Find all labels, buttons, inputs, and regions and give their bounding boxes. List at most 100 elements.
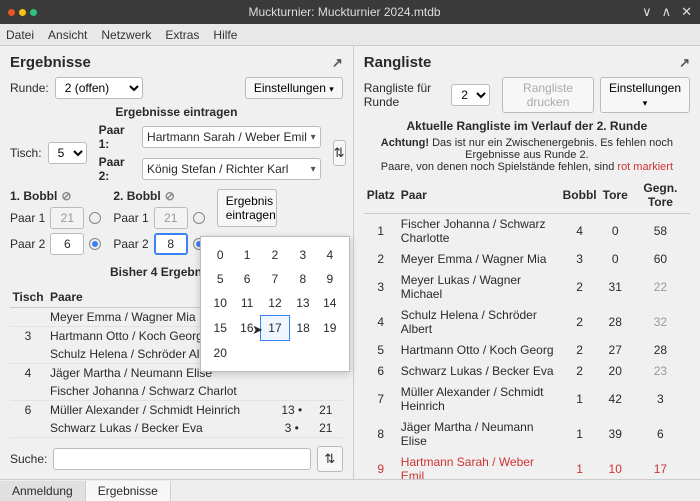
b1p1-radio[interactable] — [89, 212, 101, 224]
table-row[interactable]: 6Müller Alexander / Schmidt Heinrich13 •… — [10, 401, 343, 419]
menubar: Datei Ansicht Netzwerk Extras Hilfe — [0, 24, 700, 46]
block-icon[interactable]: ⊘ — [165, 189, 175, 203]
b1p1-spin[interactable]: 21 — [50, 207, 84, 229]
ergebnisse-title: Ergebnisse — [10, 54, 91, 71]
col-platz[interactable]: Platz — [364, 177, 398, 214]
menu-extras[interactable]: Extras — [165, 28, 199, 42]
rank-row[interactable]: 7Müller Alexander / Schmidt Heinrich1423 — [364, 382, 690, 417]
picker-cell[interactable] — [289, 341, 316, 365]
window-title: Muckturnier: Muckturnier 2024.mtdb — [47, 5, 642, 19]
picker-cell[interactable]: 5 — [207, 267, 233, 291]
picker-cell[interactable]: 1 — [233, 243, 260, 267]
b2p2-spin[interactable]: 8 — [154, 233, 188, 255]
picker-cell[interactable]: 16 — [233, 316, 260, 341]
paar1-label: Paar 1: — [99, 123, 136, 151]
rank-table: Platz Paar Bobbl Tore Gegn. Tore 1Fische… — [364, 177, 690, 479]
b1p2-spin[interactable]: 6 — [50, 233, 84, 255]
runde-label: Runde: — [10, 81, 49, 95]
picker-cell[interactable]: 8 — [289, 267, 316, 291]
paar1-combo[interactable]: Hartmann Sarah / Weber Emil▾ — [142, 126, 321, 148]
picker-cell[interactable]: 3 — [289, 243, 316, 267]
tisch-select[interactable]: 5 — [48, 142, 87, 164]
picker-cell[interactable]: 4 — [317, 243, 343, 267]
rank-row[interactable]: 4Schulz Helena / Schröder Albert22832 — [364, 305, 690, 340]
window-dot — [30, 9, 37, 16]
window-dot — [8, 9, 15, 16]
table-row[interactable]: Fischer Johanna / Schwarz Charlot — [10, 382, 343, 400]
tisch-label: Tisch: — [10, 146, 42, 160]
rank-row[interactable]: 2Meyer Emma / Wagner Mia3060 — [364, 249, 690, 270]
picker-cell[interactable] — [317, 341, 343, 365]
menu-netzwerk[interactable]: Netzwerk — [101, 28, 151, 42]
col-tore[interactable]: Tore — [600, 177, 631, 214]
rank-row[interactable]: 5Hartmann Otto / Koch Georg22728 — [364, 340, 690, 361]
block-icon[interactable]: ⊘ — [61, 189, 71, 203]
picker-cell[interactable]: 17 — [261, 316, 289, 341]
runde-select[interactable]: 2 (offen) — [55, 77, 143, 99]
picker-cell[interactable]: 14 — [317, 291, 343, 316]
menu-hilfe[interactable]: Hilfe — [213, 28, 237, 42]
picker-cell[interactable]: 19 — [317, 316, 343, 341]
table-row[interactable]: Schwarz Lukas / Becker Eva3 •21 — [10, 419, 343, 437]
tab-anmeldung[interactable]: Anmeldung — [0, 481, 86, 501]
picker-cell[interactable]: 6 — [233, 267, 260, 291]
picker-cell[interactable] — [233, 341, 260, 365]
warning-text: Achtung! Das ist nur ein Zwischenergebni… — [364, 137, 690, 173]
paar2-label: Paar 2: — [99, 155, 136, 183]
picker-cell[interactable]: 9 — [317, 267, 343, 291]
eintragen-header: Ergebnisse eintragen — [10, 105, 343, 119]
rank-row[interactable]: 8Jäger Martha / Neumann Elise1396 — [364, 417, 690, 452]
picker-cell[interactable]: 13 — [289, 291, 316, 316]
rank-row[interactable]: 6Schwarz Lukas / Becker Eva22023 — [364, 361, 690, 382]
b2p1-radio[interactable] — [193, 212, 205, 224]
picker-cell[interactable] — [261, 341, 289, 365]
search-options-icon[interactable]: ⇅ — [317, 446, 343, 472]
picker-cell[interactable]: 10 — [207, 291, 233, 316]
b2p1-spin[interactable]: 21 — [154, 207, 188, 229]
bobbl1-label: 1. Bobbl — [10, 189, 57, 203]
titlebar: Muckturnier: Muckturnier 2024.mtdb ∨ ∧ ✕ — [0, 0, 700, 24]
b2p1-label: Paar 1 — [113, 211, 148, 225]
menu-datei[interactable]: Datei — [6, 28, 34, 42]
picker-cell[interactable]: 7 — [261, 267, 289, 291]
swap-icon[interactable]: ⇅ — [333, 140, 346, 166]
rangliste-runde-label: Rangliste für Runde — [364, 81, 445, 109]
col-bobbl[interactable]: Bobbl — [560, 177, 600, 214]
rangliste-pane: Rangliste ↗ Rangliste für Runde 2 Rangli… — [354, 46, 700, 479]
picker-cell[interactable]: 20 — [207, 341, 233, 365]
picker-cell[interactable]: 2 — [261, 243, 289, 267]
picker-cell[interactable]: 0 — [207, 243, 233, 267]
undock-icon[interactable]: ↗ — [679, 55, 690, 71]
b1p2-radio[interactable] — [89, 238, 101, 250]
col-gegn[interactable]: Gegn. Tore — [631, 177, 690, 214]
rank-row[interactable]: 9Hartmann Sarah / Weber Emil11017 — [364, 452, 690, 480]
tab-ergebnisse[interactable]: Ergebnisse — [86, 481, 171, 501]
close-icon[interactable]: ✕ — [681, 4, 692, 20]
picker-cell[interactable]: 18 — [289, 316, 316, 341]
footer-tabs: Anmeldung Ergebnisse — [0, 479, 700, 501]
rangliste-header: Aktuelle Rangliste im Verlauf der 2. Run… — [364, 119, 690, 133]
b1p1-label: Paar 1 — [10, 211, 45, 225]
einstellungen-button[interactable]: Einstellungen ▾ — [245, 77, 343, 99]
b1p2-label: Paar 2 — [10, 237, 45, 251]
undock-icon[interactable]: ↗ — [332, 55, 343, 71]
number-picker-popup: 01234567891011121314151617181920 — [200, 236, 350, 372]
picker-cell[interactable]: 15 — [207, 316, 233, 341]
maximize-icon[interactable]: ∧ — [662, 4, 672, 20]
paar2-combo[interactable]: König Stefan / Richter Karl▾ — [142, 158, 321, 180]
picker-cell[interactable]: 11 — [233, 291, 260, 316]
rank-row[interactable]: 3Meyer Lukas / Wagner Michael23122 — [364, 270, 690, 305]
col-tisch[interactable]: Tisch — [10, 290, 46, 304]
col-paar[interactable]: Paar — [398, 177, 560, 214]
picker-cell[interactable]: 12 — [261, 291, 289, 316]
rangliste-einst-button[interactable]: Einstellungen ▾ — [600, 77, 690, 113]
ergebnis-eintragen-button[interactable]: Ergebnis eintragen — [217, 189, 277, 227]
rangliste-runde-select[interactable]: 2 — [451, 84, 490, 106]
minimize-icon[interactable]: ∨ — [642, 4, 652, 20]
rank-row[interactable]: 1Fischer Johanna / Schwarz Charlotte4058 — [364, 214, 690, 249]
menu-ansicht[interactable]: Ansicht — [48, 28, 87, 42]
rangliste-title: Rangliste — [364, 54, 432, 71]
bobbl2-label: 2. Bobbl — [113, 189, 160, 203]
suche-input[interactable] — [53, 448, 310, 470]
rangliste-drucken-button[interactable]: Rangliste drucken — [502, 77, 594, 113]
